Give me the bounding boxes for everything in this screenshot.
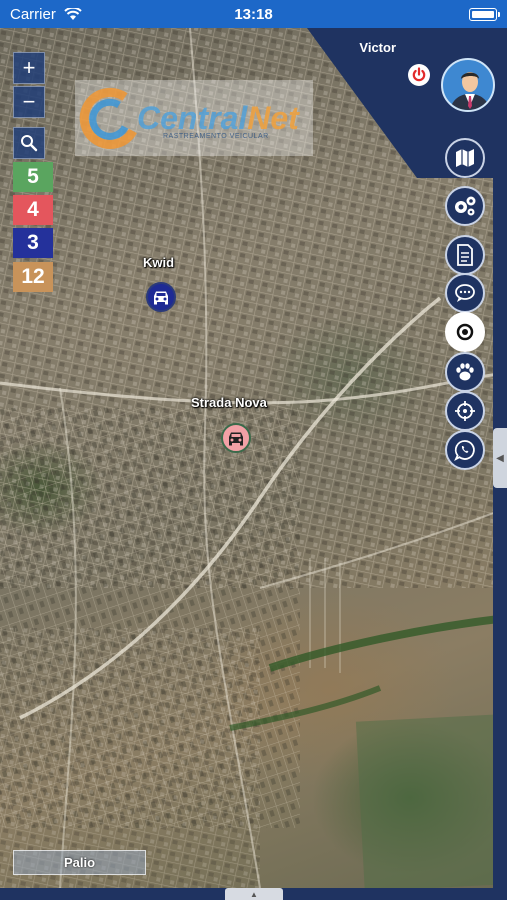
map-type-button[interactable] (445, 138, 485, 178)
settings-icon (455, 196, 476, 216)
trail-button[interactable] (445, 352, 485, 392)
battery-icon (469, 7, 500, 21)
status-bar: Carrier 13:18 (0, 0, 507, 28)
map-icon (456, 149, 474, 167)
logo-tagline: RASTREAMENTO VEICULAR (163, 133, 269, 140)
car-icon (229, 432, 243, 446)
count-badge-blue[interactable]: 3 (13, 228, 53, 258)
user-name: Victor (359, 40, 396, 55)
vehicle-label-strada-nova: Strada Nova (191, 395, 267, 410)
logout-button[interactable] (408, 64, 430, 86)
zoom-in-button[interactable]: + (13, 52, 45, 84)
settings-button[interactable] (445, 186, 485, 226)
target-icon (456, 323, 474, 341)
wifi-icon (64, 7, 82, 20)
report-button[interactable] (445, 235, 485, 275)
vehicle-label-kwid: Kwid (143, 255, 175, 270)
vehicle-marker-strada-nova[interactable] (221, 423, 251, 453)
bottom-drawer-handle[interactable]: ▲ (225, 888, 283, 900)
count-badge-total[interactable]: 12 (13, 262, 53, 292)
search-button[interactable] (13, 127, 45, 159)
logo-text-central: Central (137, 99, 248, 136)
locate-button[interactable] (445, 391, 485, 431)
logo-text-net: Net (247, 99, 299, 136)
document-icon (457, 244, 473, 266)
vehicle-label-palio[interactable]: Palio (13, 850, 146, 875)
crosshair-icon (455, 401, 475, 421)
count-badge-red[interactable]: 4 (13, 195, 53, 225)
car-icon (154, 291, 168, 305)
vehicle-marker-kwid[interactable] (146, 282, 176, 312)
search-icon (21, 135, 38, 152)
side-panel-toggle[interactable]: ◀ (493, 428, 507, 488)
logo-mark-icon (79, 87, 137, 149)
carrier-label: Carrier (10, 5, 56, 23)
chat-button[interactable] (445, 273, 485, 313)
avatar[interactable] (441, 58, 495, 112)
power-icon (412, 67, 426, 82)
whatsapp-button[interactable] (445, 430, 485, 470)
paw-icon (456, 363, 474, 381)
whatsapp-icon (454, 440, 475, 461)
palio-label-text: Palio (63, 855, 96, 870)
centralnet-logo: CentralNet RASTREAMENTO VEICULAR (75, 80, 313, 156)
follow-vehicle-button[interactable] (445, 312, 485, 352)
count-badge-green[interactable]: 5 (13, 162, 53, 192)
chat-icon (455, 284, 475, 302)
zoom-out-button[interactable]: − (13, 86, 45, 118)
